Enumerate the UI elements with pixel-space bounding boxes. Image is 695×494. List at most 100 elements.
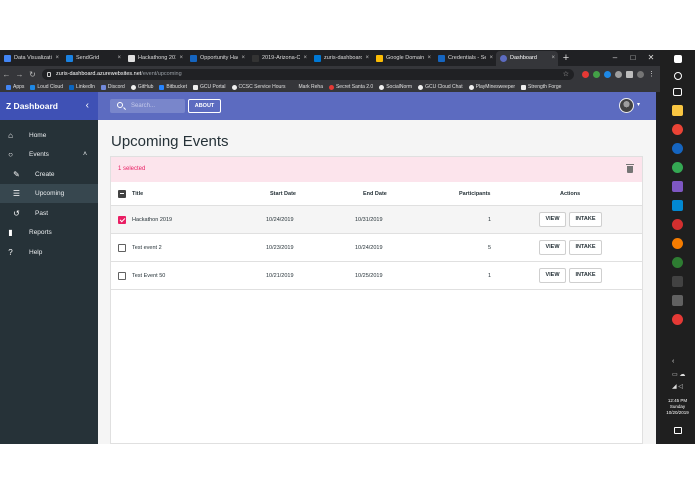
bookmark-item[interactable]: GCU Portal [192,84,226,90]
browser-tab[interactable]: SendGrid × [62,51,124,66]
bookmark-item[interactable]: Apps [6,84,24,90]
postman-icon[interactable] [672,238,683,249]
bookmark-item[interactable]: Bitbucket [159,84,187,90]
sidebar-item-events[interactable]: ○ Events ˄ [0,145,98,164]
address-bar[interactable]: zuris-dashboard.azurewebsites.net/event/… [42,68,574,80]
table-row[interactable]: Test event 2 10/23/2019 10/24/2019 5 VIE… [111,234,642,262]
bookmark-item[interactable]: Secret Santa 2.0 [328,84,374,90]
profile-icon[interactable] [637,70,644,78]
view-button[interactable]: VIEW [539,268,566,283]
column-header-title[interactable]: Title [132,182,143,206]
app-icon[interactable] [672,276,683,287]
minimize-button[interactable]: – [606,50,624,66]
browser-tab[interactable]: Credentials - Sec × [434,51,496,66]
tab-close-icon[interactable]: × [117,51,121,66]
tab-close-icon[interactable]: × [303,51,307,66]
column-header-start-date[interactable]: Start Date [270,182,296,206]
extension-icon[interactable] [615,70,622,78]
bookmark-item[interactable]: SocialNorm [379,84,412,90]
browser-tab-active[interactable]: Dashboard × [496,51,558,66]
tab-close-icon[interactable]: × [241,51,245,66]
view-button[interactable]: VIEW [539,212,566,227]
windows-start-icon[interactable] [674,55,682,63]
file-explorer-icon[interactable] [672,105,683,116]
intake-button[interactable]: INTAKE [569,240,602,255]
bookmark-item[interactable]: CCSC Service Hours [231,84,286,90]
app-icon[interactable] [672,219,683,230]
bookmark-item[interactable]: Loud Cloud [30,84,63,90]
notification-icon[interactable] [674,427,682,434]
system-clock[interactable]: 12:45 PM Sunday 10/20/2019 [660,398,695,416]
select-all-checkbox[interactable] [118,190,126,198]
about-button[interactable]: ABOUT [188,99,221,113]
network-icon[interactable]: ▭ ☁ [672,371,685,378]
forward-arrow-icon[interactable]: → [13,70,26,79]
back-arrow-icon[interactable]: ← [0,70,13,79]
reload-icon[interactable]: ↻ [26,70,39,79]
sidebar-item-upcoming[interactable]: ☰ Upcoming [0,184,98,203]
tab-close-icon[interactable]: × [427,51,431,66]
extension-icon[interactable] [582,70,589,78]
visual-studio-icon[interactable] [672,181,683,192]
chrome-icon[interactable] [672,162,683,173]
browser-tab[interactable]: 2019-Arizona-Ca × [248,51,310,66]
intake-button[interactable]: INTAKE [569,212,602,227]
account-dropdown-icon[interactable]: ▾ [637,101,640,108]
browser-tab[interactable]: zuris-dashboard × [310,51,372,66]
bookmark-star-icon[interactable]: ☆ [563,69,569,80]
bookmark-item[interactable]: LinkedIn [68,84,95,90]
user-avatar[interactable] [619,98,634,113]
app-icon[interactable] [672,143,683,154]
sidebar-item-reports[interactable]: ▮ Reports [0,223,98,242]
tab-close-icon[interactable]: × [55,51,59,66]
bookmark-item[interactable]: Discord [100,84,125,90]
vscode-icon[interactable] [672,200,683,211]
bookmark-item[interactable]: GitHub [130,84,153,90]
close-window-button[interactable]: ✕ [642,50,660,66]
row-checkbox[interactable] [118,244,126,252]
cortana-icon[interactable] [674,72,682,80]
app-icon[interactable] [672,295,683,306]
search-input[interactable]: Search... [110,99,185,113]
sidebar-item-create[interactable]: ✎ Create [0,165,98,184]
volume-icon[interactable]: ◢ ◁ [672,383,683,390]
view-button[interactable]: VIEW [539,240,566,255]
sidebar-item-home[interactable]: ⌂ Home [0,126,98,145]
sidebar-item-past[interactable]: ↺ Past [0,204,98,223]
column-header-end-date[interactable]: End Date [363,182,387,206]
table-row[interactable]: Test Event 50 10/21/2019 10/25/2019 1 VI… [111,262,642,290]
browser-tab[interactable]: Hackathong 2019× [124,51,186,66]
browser-tab[interactable]: Opportunity Hac × [186,51,248,66]
browser-tab[interactable]: Data Visualizatio × [0,51,62,66]
bookmark-item[interactable]: Mark Reha [291,84,323,90]
maximize-button[interactable]: □ [624,50,642,66]
intake-button[interactable]: INTAKE [569,268,602,283]
extension-icon[interactable] [593,70,600,78]
collapse-sidebar-icon[interactable]: ‹ [86,92,89,120]
row-checkbox[interactable] [118,272,126,280]
chrome-icon[interactable] [672,124,683,135]
tab-close-icon[interactable]: × [365,51,369,66]
bookmark-label: Secret Santa 2.0 [335,84,374,90]
new-tab-button[interactable]: + [558,51,574,66]
browser-tab[interactable]: Google Domain × [372,51,434,66]
chevron-up-icon[interactable]: ‹ [672,358,674,365]
tab-close-icon[interactable]: × [179,51,183,66]
extension-icon[interactable] [604,70,611,78]
bookmark-item[interactable]: Strength Forge [521,84,561,90]
menu-dots-icon[interactable]: ⋮ [648,71,655,78]
task-view-icon[interactable] [673,88,682,96]
sidebar-item-help[interactable]: ? Help [0,243,98,262]
extension-icon[interactable] [626,70,633,78]
bookmark-item[interactable]: PlayMinesweeper [468,84,515,90]
chrome-icon[interactable] [672,314,683,325]
tab-close-icon[interactable]: × [489,51,493,66]
table-row[interactable]: Hackathon 2019 10/24/2019 10/31/2019 1 V… [111,206,642,234]
column-header-participants[interactable]: Participants [459,182,490,206]
app-icon[interactable] [672,257,683,268]
trash-icon[interactable] [626,164,634,173]
row-checkbox[interactable] [118,216,126,224]
bookmark-item[interactable]: GCU Cloud Chat [418,84,463,90]
bitbucket-icon [159,84,165,90]
tab-close-icon[interactable]: × [551,51,555,66]
